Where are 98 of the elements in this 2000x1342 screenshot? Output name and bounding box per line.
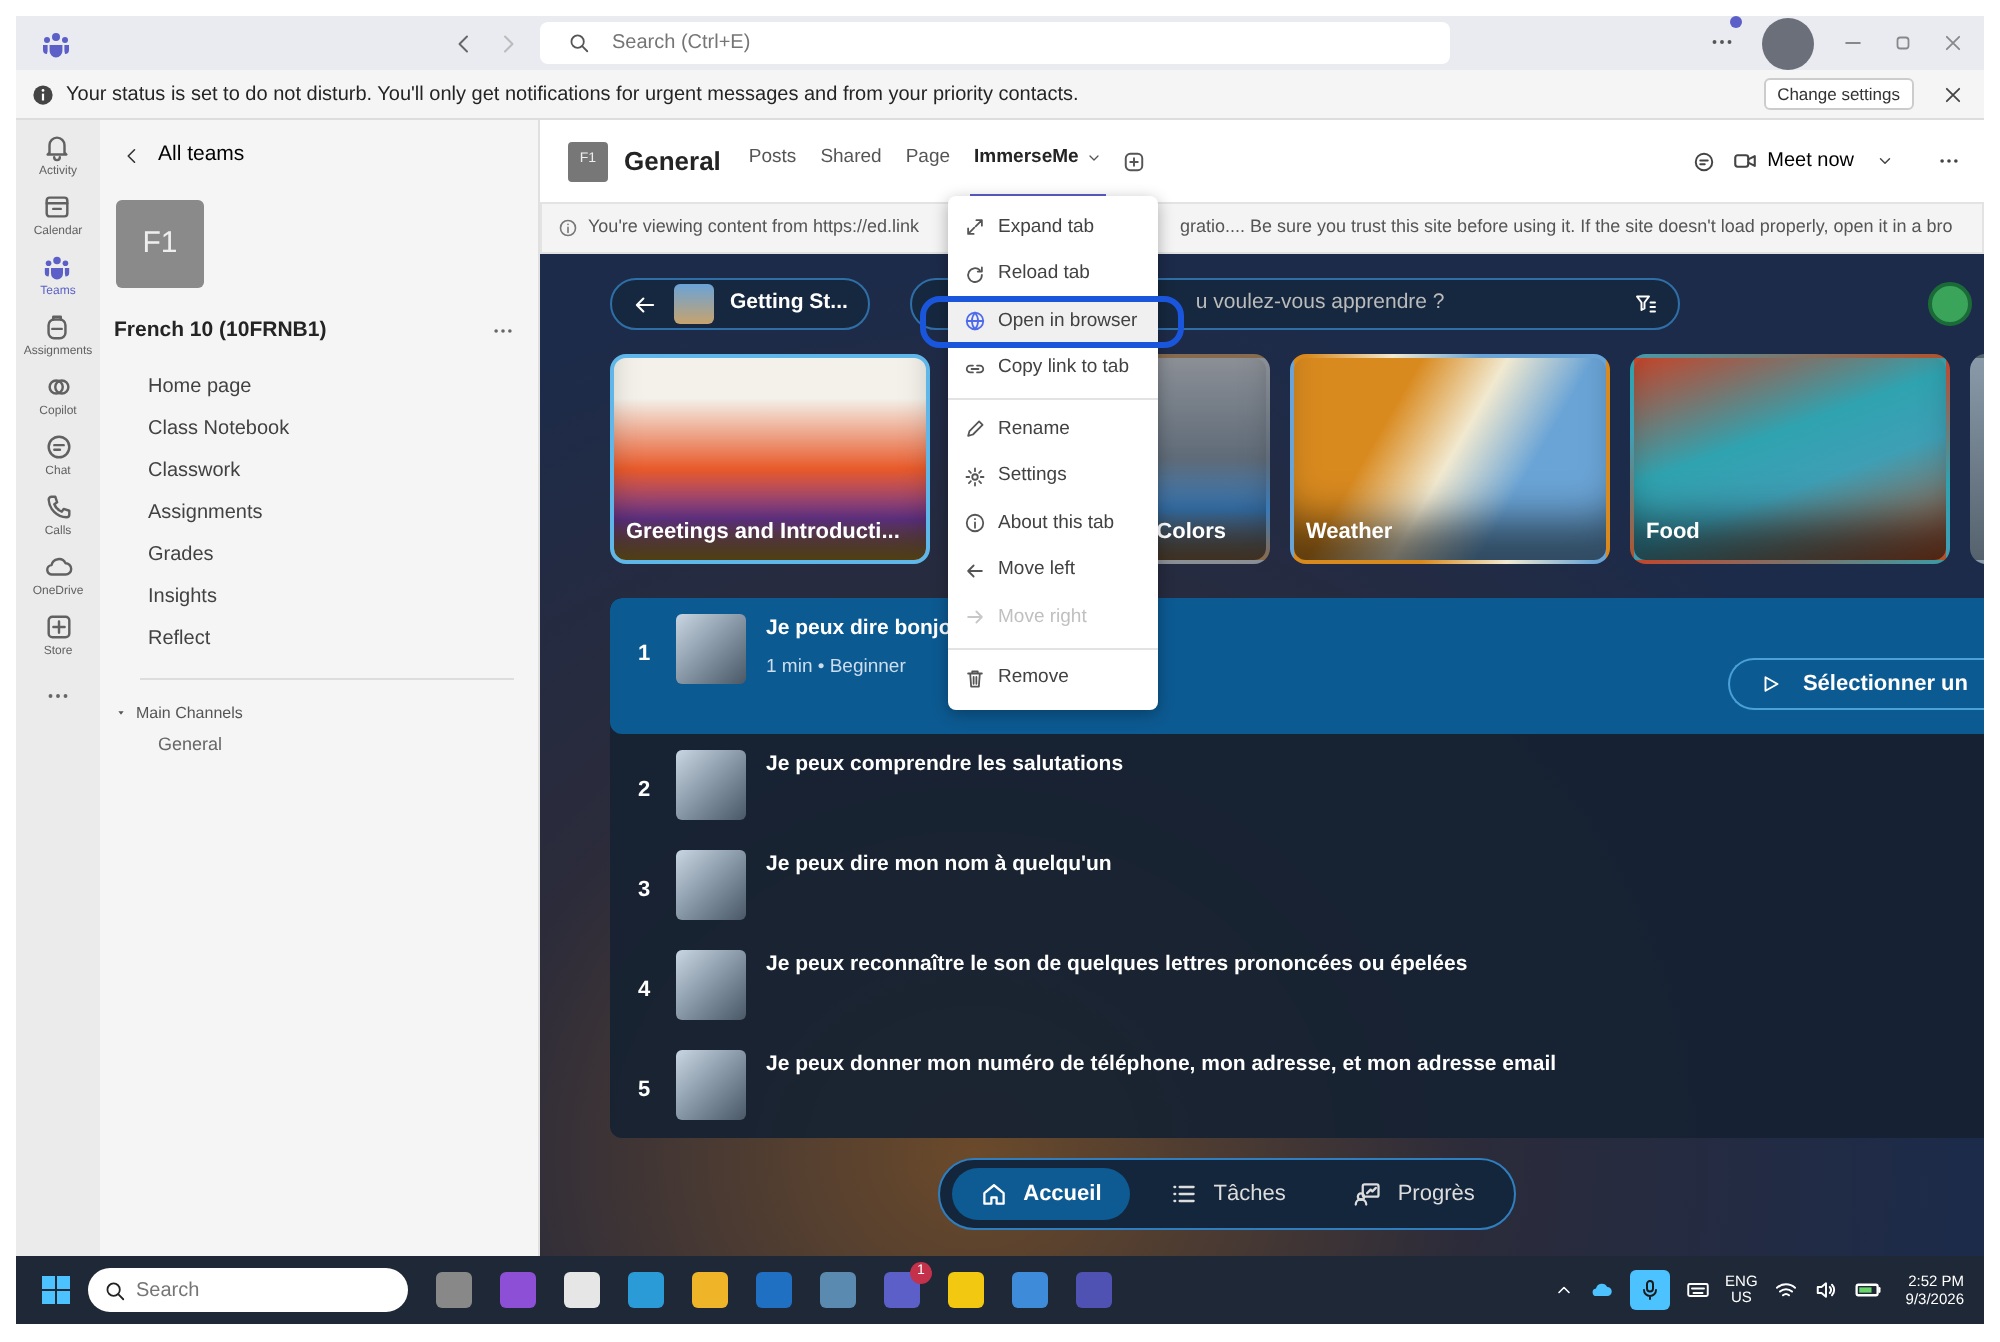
lesson-row[interactable]: 5 Je peux donner mon numéro de téléphone, mon adresse, et mon adresse email	[610, 1034, 1984, 1134]
bottom-nav-tab[interactable]: Tâches	[1141, 1168, 1314, 1220]
phone-icon	[43, 492, 73, 522]
team-nav-link[interactable]: Assignments	[114, 491, 263, 533]
team-nav-link[interactable]: Classwork	[114, 449, 241, 491]
caret-icon	[1876, 152, 1894, 170]
menu-item[interactable]: Remove	[948, 655, 1158, 702]
info-icon	[32, 83, 54, 105]
menu-item[interactable]: Move left	[948, 547, 1158, 594]
cloud-icon	[43, 552, 73, 582]
select-lesson-button[interactable]: Sélectionner un	[1728, 658, 1984, 710]
filter-icon[interactable]	[1633, 292, 1658, 316]
cloud-icon[interactable]	[1589, 1278, 1614, 1302]
category-card[interactable]: Weather	[1290, 354, 1610, 564]
trash-icon	[964, 667, 986, 690]
bell-icon	[42, 132, 73, 162]
back-arrow-icon	[632, 291, 658, 317]
channel-tab[interactable]: Page	[901, 124, 955, 198]
notification-dot	[1730, 16, 1742, 29]
search-field[interactable]: Search (Ctrl+E)	[540, 22, 1450, 64]
pencil-icon	[964, 418, 986, 441]
meet-now-button[interactable]: Meet now	[1731, 146, 1894, 176]
lesson-row[interactable]: 2 Je peux comprendre les salutations	[610, 734, 1984, 834]
search-icon	[568, 32, 590, 54]
team-name: French 10 (10FRNB1)	[114, 315, 327, 346]
close-icon[interactable]	[1942, 83, 1964, 105]
progress-icon	[1353, 1180, 1382, 1208]
app-icon[interactable]	[564, 1272, 600, 1308]
settings-icon	[964, 465, 986, 488]
notice-text: Your status is set to do not disturb. You'll only get notifications for urgent messages and from your priority contacts.	[66, 81, 1079, 109]
teams-logo-icon[interactable]	[40, 27, 72, 59]
photo-placeholder	[676, 1050, 746, 1120]
right-arrow-icon	[964, 606, 986, 629]
info-icon	[558, 218, 578, 238]
avatar[interactable]	[1762, 17, 1814, 69]
home-icon	[979, 1180, 1008, 1208]
photo-placeholder	[676, 750, 746, 820]
channel-tab[interactable]: Posts	[744, 124, 801, 198]
channel-title: General	[624, 143, 721, 180]
team-nav-link[interactable]: Insights	[114, 575, 217, 617]
team-nav-link[interactable]: Class Notebook	[114, 407, 290, 449]
calendar-icon	[42, 192, 73, 222]
taskbar-search-field[interactable]: Search	[88, 1268, 408, 1312]
left-arrow-icon	[964, 559, 986, 582]
change-settings-button[interactable]: Change settings	[1763, 77, 1914, 111]
app-icon[interactable]	[692, 1272, 728, 1308]
info-text: You're viewing content from https://ed.link	[588, 214, 921, 241]
all-teams-link[interactable]: All teams	[122, 140, 245, 172]
topic-back-button[interactable]: Getting St...	[610, 278, 870, 330]
app-icon[interactable]	[1012, 1272, 1048, 1308]
reload-icon	[964, 263, 986, 286]
app-icon[interactable]	[436, 1272, 472, 1308]
backpack-icon	[42, 312, 73, 342]
menu-item[interactable]: About this tab	[948, 500, 1158, 547]
plus-icon	[43, 612, 73, 642]
video-icon	[1731, 148, 1758, 174]
bottom-nav-tab[interactable]: Progrès	[1325, 1168, 1503, 1220]
info-icon	[964, 512, 986, 535]
photo-placeholder	[674, 284, 714, 324]
app-icon[interactable]	[628, 1272, 664, 1308]
speaker-icon[interactable]	[1813, 1278, 1838, 1302]
menu-item[interactable]: Settings	[948, 453, 1158, 500]
bottom-nav-tab[interactable]: Accueil	[951, 1168, 1130, 1220]
channels-section-toggle[interactable]: Main Channels	[114, 701, 243, 725]
team-nav-link[interactable]: Home page	[114, 365, 252, 407]
globe-icon	[964, 310, 986, 333]
wifi-icon[interactable]	[1773, 1278, 1798, 1302]
profile-avatar[interactable]	[1928, 282, 1972, 326]
team-avatar: F1	[116, 199, 204, 288]
menu-item[interactable]: Expand tab	[948, 204, 1158, 251]
category-card[interactable]: Greetings and Introducti...	[610, 354, 930, 564]
photo-placeholder	[676, 950, 746, 1020]
microphone-button[interactable]	[1629, 1270, 1670, 1310]
menu-item[interactable]: Rename	[948, 406, 1158, 453]
restore-icon[interactable]	[1892, 32, 1914, 54]
chat-icon[interactable]	[1691, 149, 1716, 173]
list-icon	[1169, 1180, 1198, 1208]
chat-icon	[43, 432, 73, 462]
channel-tab[interactable]: Shared	[816, 124, 886, 198]
people-icon	[42, 252, 73, 282]
windows-logo-icon[interactable]	[40, 1274, 72, 1306]
keyboard-icon[interactable]	[1685, 1278, 1710, 1302]
menu-item[interactable]: Copy link to tab	[948, 345, 1158, 392]
app-icon[interactable]	[948, 1272, 984, 1308]
category-card[interactable]: Food	[1630, 354, 1950, 564]
lesson-row[interactable]: 4 Je peux reconnaître le son de quelques lettres prononcées ou épelées	[610, 934, 1984, 1034]
app-icon[interactable]	[820, 1272, 856, 1308]
photo-placeholder	[676, 850, 746, 920]
search-icon	[104, 1280, 126, 1302]
info-text: gratio.... Be sure you trust this site before using it. If the site doesn't load properly, open it in a bro	[1180, 218, 1953, 238]
expand-icon	[964, 216, 986, 239]
photo-placeholder	[676, 614, 746, 684]
microphone-icon	[1637, 1278, 1662, 1302]
team-nav-link[interactable]: Grades	[114, 533, 214, 575]
add-tab-icon[interactable]	[1122, 149, 1147, 173]
channel-link[interactable]: General	[114, 725, 223, 764]
team-nav-link[interactable]: Reflect	[114, 617, 211, 659]
lesson-row[interactable]: 3 Je peux dire mon nom à quelqu'un	[610, 834, 1984, 934]
